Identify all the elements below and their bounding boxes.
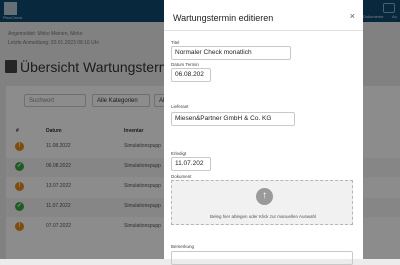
done-label: Erledigt bbox=[171, 151, 187, 156]
close-icon[interactable]: × bbox=[350, 11, 355, 21]
remark-input[interactable] bbox=[171, 251, 353, 265]
document-label: Dokument bbox=[171, 174, 192, 179]
date-label: Datum Termin bbox=[171, 62, 199, 67]
supplier-label: Lieferant bbox=[171, 104, 189, 109]
date-input[interactable]: 06.08.202 bbox=[171, 68, 211, 82]
title-input[interactable]: Normaler Check monatlich bbox=[171, 46, 291, 60]
remark-label: Bemerkung bbox=[171, 244, 195, 249]
cloud-upload-icon: ↑ bbox=[256, 188, 273, 205]
modal-divider bbox=[164, 30, 363, 31]
done-date-input[interactable]: 11.07.202 bbox=[171, 157, 211, 171]
edit-maintenance-dialog: Wartungstermin editieren × Titel Normale… bbox=[164, 0, 363, 265]
document-dropzone[interactable]: ↑ Beleg hier ablegen oder Klick zur manu… bbox=[171, 180, 353, 225]
title-label: Titel bbox=[171, 40, 180, 45]
modal-title: Wartungstermin editieren bbox=[173, 13, 274, 23]
supplier-input[interactable]: Miesen&Partner GmbH & Co. KG bbox=[171, 112, 295, 126]
dropzone-hint: Beleg hier ablegen oder Klick zur manuel… bbox=[209, 214, 317, 219]
